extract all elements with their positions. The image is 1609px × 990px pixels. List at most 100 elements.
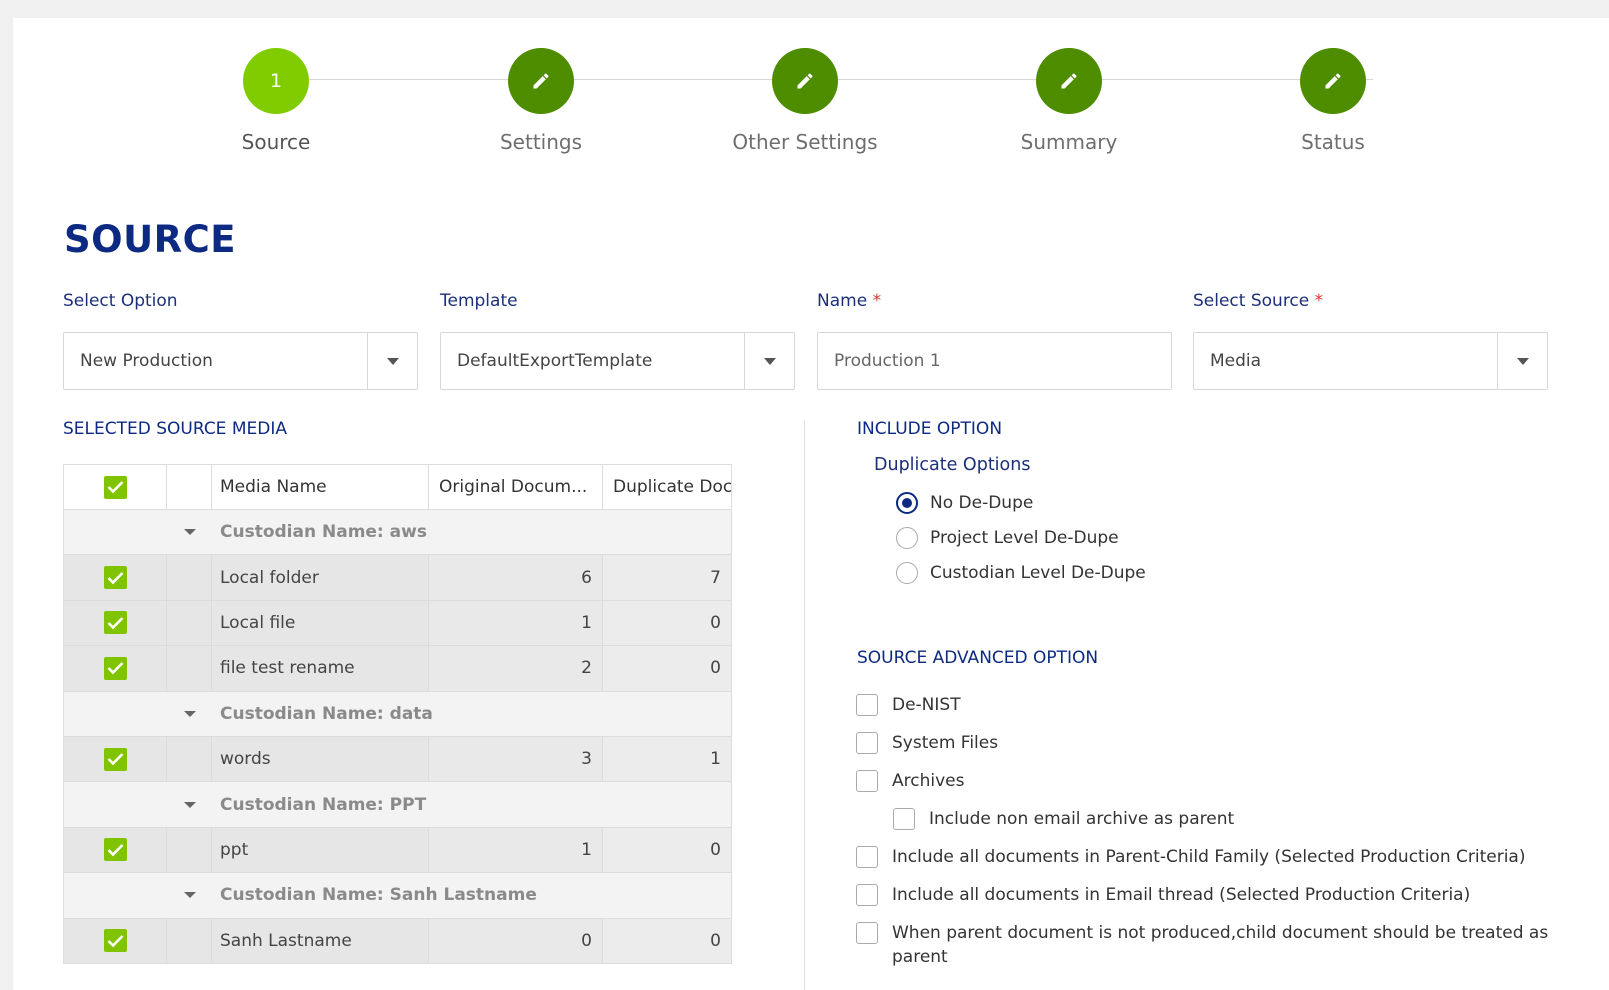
step-label: Summary: [1020, 130, 1118, 154]
checkbox[interactable]: [856, 922, 878, 944]
row-select-cell: [64, 918, 167, 963]
select-source-field: Select Source * Media: [1193, 291, 1548, 390]
table-row[interactable]: words 3 1: [64, 736, 731, 783]
group-label: Custodian Name: Sanh Lastname: [220, 885, 537, 906]
select-option-field: Select Option New Production: [63, 291, 418, 390]
option-parent-child-family[interactable]: Include all documents in Parent-Child Fa…: [856, 845, 1525, 869]
dropdown-value: Media: [1210, 351, 1262, 371]
media-name-cell: Local folder: [212, 555, 429, 600]
group-label: Custodian Name: PPT: [220, 794, 427, 815]
checkbox-label: System Files: [892, 733, 999, 753]
select-all-cell: [64, 465, 167, 509]
chevron-down-icon: [1516, 357, 1529, 365]
dropdown-toggle[interactable]: [744, 333, 794, 389]
checkbox[interactable]: [856, 694, 878, 716]
chevron-down-icon: [763, 357, 776, 365]
row-checkbox[interactable]: [103, 566, 127, 590]
original-count-cell: 3: [429, 736, 603, 782]
row-spacer: [167, 827, 212, 873]
step-settings[interactable]: Settings: [441, 48, 641, 154]
media-name-cell: file test rename: [212, 646, 429, 691]
radio-button[interactable]: [896, 562, 918, 584]
checkbox[interactable]: [893, 808, 915, 830]
wizard-stepper: 1 Source Settings Other Settings Summary: [13, 18, 1609, 178]
group-toggle[interactable]: [167, 510, 212, 554]
field-label: Template: [440, 291, 518, 311]
step-source[interactable]: 1 Source: [176, 48, 376, 154]
row-spacer: [167, 736, 212, 782]
dropdown-value: New Production: [80, 351, 213, 371]
row-checkbox[interactable]: [103, 747, 127, 771]
row-spacer: [167, 918, 212, 963]
radio-button[interactable]: [896, 527, 918, 549]
option-de-nist[interactable]: De-NIST: [856, 693, 961, 717]
column-header-media-name[interactable]: Media Name: [212, 465, 429, 509]
radio-button[interactable]: [896, 492, 918, 514]
template-dropdown[interactable]: DefaultExportTemplate: [440, 332, 795, 390]
radio-project-level-dedupe[interactable]: Project Level De-Dupe: [896, 527, 1119, 549]
step-status[interactable]: Status: [1233, 48, 1433, 154]
checkbox[interactable]: [856, 846, 878, 868]
table-group-row: Custodian Name: Sanh Lastname: [64, 873, 731, 919]
column-header-original[interactable]: Original Docum...: [429, 465, 603, 509]
option-include-non-email-archive[interactable]: Include non email archive as parent: [893, 807, 1234, 831]
option-child-as-parent[interactable]: When parent document is not produced,chi…: [856, 921, 1556, 969]
table-header-row: Media Name Original Docum... Duplicate D…: [64, 465, 731, 510]
step-summary[interactable]: Summary: [969, 48, 1169, 154]
column-header-duplicate[interactable]: Duplicate Docu...: [603, 465, 731, 509]
row-checkbox[interactable]: [103, 611, 127, 635]
dropdown-toggle[interactable]: [367, 333, 417, 389]
table-row[interactable]: Local folder 6 7: [64, 555, 731, 601]
table-row[interactable]: ppt 1 0: [64, 827, 731, 874]
dropdown-toggle[interactable]: [1497, 333, 1547, 389]
select-source-dropdown[interactable]: Media: [1193, 332, 1548, 390]
select-all-checkbox[interactable]: [103, 475, 127, 499]
option-archives[interactable]: Archives: [856, 769, 964, 793]
duplicate-count-cell: 0: [603, 646, 731, 691]
name-input[interactable]: Production 1: [817, 332, 1172, 390]
source-media-table: Media Name Original Docum... Duplicate D…: [63, 464, 732, 964]
pencil-icon: [1300, 48, 1366, 114]
checkbox-label: Include all documents in Email thread (S…: [892, 885, 1471, 905]
duplicate-count-cell: 0: [603, 600, 731, 646]
group-toggle[interactable]: [167, 873, 212, 917]
chevron-down-icon: [183, 710, 196, 717]
radio-label: No De-Dupe: [930, 493, 1034, 513]
field-label: Select Option: [63, 291, 178, 311]
checkbox[interactable]: [856, 732, 878, 754]
row-checkbox[interactable]: [103, 656, 127, 680]
radio-no-dedupe[interactable]: No De-Dupe: [896, 492, 1033, 514]
selected-source-media-title: SELECTED SOURCE MEDIA: [63, 419, 287, 439]
checkbox[interactable]: [856, 770, 878, 792]
table-row[interactable]: Sanh Lastname 0 0: [64, 918, 731, 964]
page-title: SOURCE: [64, 218, 237, 261]
table-group-row: Custodian Name: data: [64, 691, 731, 737]
chevron-down-icon: [183, 529, 196, 536]
source-advanced-option-title: SOURCE ADVANCED OPTION: [857, 648, 1099, 668]
group-toggle[interactable]: [167, 782, 212, 826]
checkbox[interactable]: [856, 884, 878, 906]
table-group-row: Custodian Name: aws: [64, 510, 731, 556]
media-name-cell: Local file: [212, 600, 429, 646]
table-row[interactable]: Local file 1 0: [64, 600, 731, 647]
group-label: Custodian Name: data: [220, 703, 433, 724]
step-label: Other Settings: [732, 130, 878, 154]
radio-custodian-level-dedupe[interactable]: Custodian Level De-Dupe: [896, 562, 1146, 584]
group-toggle[interactable]: [167, 692, 212, 736]
step-other-settings[interactable]: Other Settings: [705, 48, 905, 154]
row-checkbox[interactable]: [103, 929, 127, 953]
row-checkbox[interactable]: [103, 838, 127, 862]
select-option-dropdown[interactable]: New Production: [63, 332, 418, 390]
original-count-cell: 1: [429, 827, 603, 873]
option-email-thread[interactable]: Include all documents in Email thread (S…: [856, 883, 1470, 907]
table-row[interactable]: file test rename 2 0: [64, 646, 731, 692]
option-system-files[interactable]: System Files: [856, 731, 998, 755]
duplicate-count-cell: 0: [603, 918, 731, 963]
pencil-icon: [772, 48, 838, 114]
pencil-icon: [1036, 48, 1102, 114]
include-option-title: INCLUDE OPTION: [857, 419, 1003, 439]
row-spacer: [167, 646, 212, 691]
pencil-icon: [508, 48, 574, 114]
